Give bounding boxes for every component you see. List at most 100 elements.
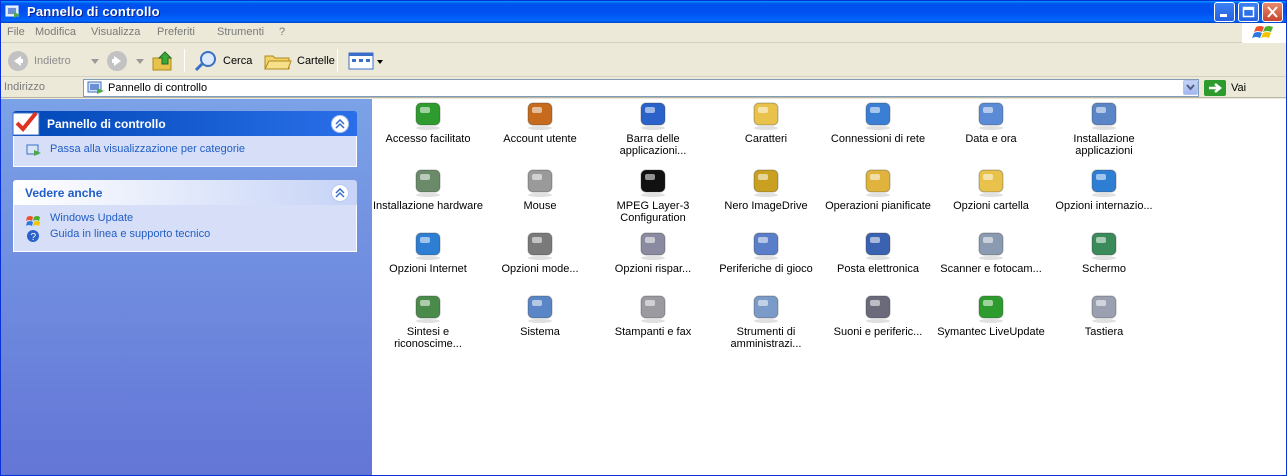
control-panel-item[interactable]: Account utente [484,99,596,145]
menu-visualizza[interactable]: Visualizza [91,26,140,38]
link-label: Passa alla visualizzazione per categorie [50,143,246,155]
go-label: Vai [1231,82,1247,94]
control-panel-item[interactable]: Accesso facilitato [372,99,484,145]
control-panel-window: Pannello di controllo File Modifica Visu… [0,0,1287,476]
panel-title: Vedere anche [25,186,103,200]
speech-icon [415,295,441,323]
up-folder-button[interactable] [151,48,175,73]
hardware-icon [415,169,441,197]
search-button[interactable]: Cerca [193,48,252,73]
item-label: Connessioni di rete [830,133,926,145]
go-button[interactable]: Vai [1204,79,1246,97]
back-button[interactable]: Indietro [6,48,71,73]
folders-button[interactable]: Cartelle [263,48,335,73]
menu-file[interactable]: File [7,26,25,38]
search-label: Cerca [223,54,253,67]
internet-icon [415,232,441,260]
control-panel-item[interactable]: Opzioni mode... [484,229,596,275]
modem-icon [527,232,553,260]
item-label: Installazione applicazioni [1073,133,1135,157]
control-panel-item[interactable]: Opzioni rispar... [597,229,709,275]
back-arrow-icon [8,50,28,71]
control-panel-item[interactable]: Tastiera [1048,292,1160,338]
menu-preferiti[interactable]: Preferiti [157,26,195,38]
back-dropdown-icon[interactable] [91,59,99,65]
control-panel-item[interactable]: Opzioni Internet [372,229,484,275]
windows-update-link[interactable]: Windows Update [26,213,346,227]
scheduled-tasks-icon [865,169,891,197]
control-panel-item[interactable]: Sintesi e riconoscime... [372,292,484,350]
switch-to-category-view-link[interactable]: Passa alla visualizzazione per categorie [26,144,346,158]
taskbar-icon [640,102,666,130]
control-panel-item[interactable]: Suoni e periferic... [822,292,934,338]
power-icon [640,232,666,260]
control-panel-item[interactable]: Installazione hardware [372,166,484,212]
panel-title: Pannello di controllo [47,117,166,131]
forward-arrow-icon [107,50,127,71]
menu-strumenti[interactable]: Strumenti [217,26,264,38]
help-support-link[interactable]: ? Guida in linea e supporto tecnico [26,229,346,243]
task-pane: Pannello di controllo Passa alla visuali… [1,99,372,475]
control-panel-item[interactable]: Nero ImageDrive [710,166,822,212]
address-dropdown-button[interactable] [1183,80,1198,95]
control-panel-item[interactable]: MPEG Layer-3 Configuration [597,166,709,224]
control-panel-item[interactable]: Periferiche di gioco [710,229,822,275]
gamepad-icon [753,232,779,260]
network-icon [865,102,891,130]
control-panel-item[interactable]: Symantec LiveUpdate [935,292,1047,338]
link-label: Windows Update [50,212,134,224]
item-label: Opzioni internazio... [1055,200,1153,212]
close-icon [1267,6,1278,18]
item-label: MPEG Layer-3 Configuration [616,200,690,224]
menu-bar: File Modifica Visualizza Preferiti Strum… [1,23,1286,43]
panel-header[interactable]: Vedere anche [13,180,357,205]
forward-dropdown-icon[interactable] [136,59,144,65]
chevron-up-icon [335,188,345,198]
control-panel-item[interactable]: Schermo [1048,229,1160,275]
control-panel-small-icon [26,144,41,156]
control-panel-item[interactable]: Data e ora [935,99,1047,145]
forward-button[interactable] [105,48,129,73]
control-panel-item[interactable]: Installazione applicazioni [1048,99,1160,157]
menu-help[interactable]: ? [279,26,285,38]
views-button[interactable] [347,48,387,73]
see-also-panel: Vedere anche Windows Update ? Guida in l… [13,180,357,252]
window-title: Pannello di controllo [27,4,160,19]
item-label: Installazione hardware [372,200,484,212]
chevron-down-icon [1186,84,1195,91]
item-label: Caratteri [744,133,788,145]
address-label: Indirizzo [4,81,45,93]
display-icon [1091,232,1117,260]
control-panel-item[interactable]: Barra delle applicazioni... [597,99,709,157]
folder-options-icon [978,169,1004,197]
close-button[interactable] [1262,2,1283,22]
control-panel-item[interactable]: Scanner e fotocam... [935,229,1047,275]
minimize-button[interactable] [1214,2,1235,22]
control-panel-item[interactable]: Connessioni di rete [822,99,934,145]
control-panel-item[interactable]: Mouse [484,166,596,212]
menu-modifica[interactable]: Modifica [35,26,76,38]
control-panel-item[interactable]: Opzioni cartella [935,166,1047,212]
control-panel-item[interactable]: Posta elettronica [822,229,934,275]
item-label: Strumenti di amministrazi... [730,326,802,350]
control-panel-item[interactable]: Sistema [484,292,596,338]
address-field[interactable]: Pannello di controllo [83,79,1199,97]
item-label: Symantec LiveUpdate [937,326,1045,338]
collapse-button[interactable] [331,184,349,202]
system-icon [527,295,553,323]
control-panel-item[interactable]: Operazioni pianificate [822,166,934,212]
control-panel-item[interactable]: Caratteri [710,99,822,145]
control-panel-item[interactable]: Strumenti di amministrazi... [710,292,822,350]
maximize-icon [1242,6,1255,18]
collapse-button[interactable] [331,115,349,133]
windows-logo [1242,23,1286,43]
title-bar[interactable]: Pannello di controllo [1,1,1286,23]
item-label: Account utente [503,133,577,145]
control-panel-item[interactable]: Stampanti e fax [597,292,709,338]
item-label: Posta elettronica [837,263,919,275]
panel-header[interactable]: Pannello di controllo [12,111,357,136]
item-label: Barra delle applicazioni... [619,133,687,157]
control-panel-item[interactable]: Opzioni internazio... [1048,166,1160,212]
maximize-button[interactable] [1238,2,1259,22]
chevron-up-icon [335,119,345,129]
